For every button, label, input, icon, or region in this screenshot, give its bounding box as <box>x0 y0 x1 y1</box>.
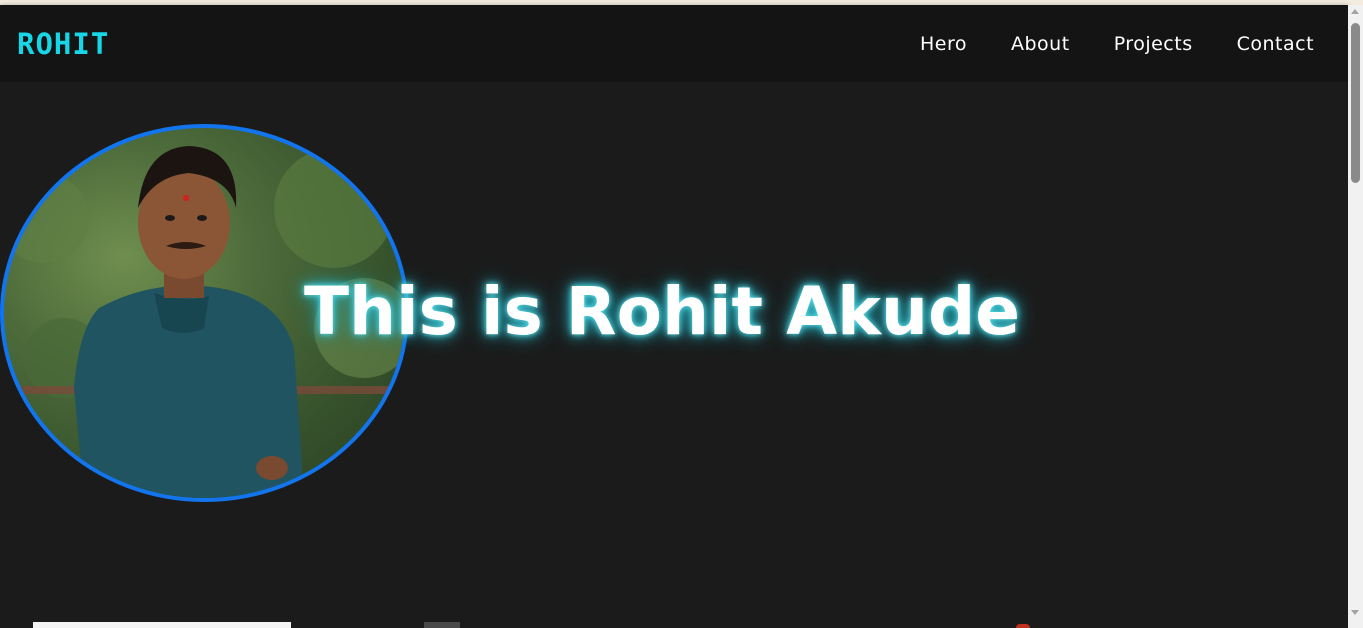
scroll-up-icon[interactable] <box>1351 9 1359 14</box>
nav-link-contact[interactable]: Contact <box>1237 31 1314 57</box>
nav-link-projects[interactable]: Projects <box>1114 31 1193 57</box>
hero-title: This is Rohit Akude <box>304 273 1021 350</box>
next-section-element-preview <box>424 622 460 628</box>
next-section-accent-preview <box>1016 624 1030 628</box>
site-logo[interactable]: ROHIT <box>17 27 109 61</box>
page-scrollbar[interactable] <box>1348 5 1363 628</box>
navbar: ROHIT Hero About Projects Contact <box>0 5 1348 82</box>
next-section-card-preview <box>33 622 291 628</box>
nav-links: Hero About Projects Contact <box>920 31 1358 57</box>
scrollbar-thumb[interactable] <box>1351 23 1360 183</box>
scroll-down-icon[interactable] <box>1351 610 1359 615</box>
nav-link-about[interactable]: About <box>1011 31 1070 57</box>
hero-section: This is Rohit Akude <box>0 82 1348 628</box>
nav-link-hero[interactable]: Hero <box>920 31 967 57</box>
